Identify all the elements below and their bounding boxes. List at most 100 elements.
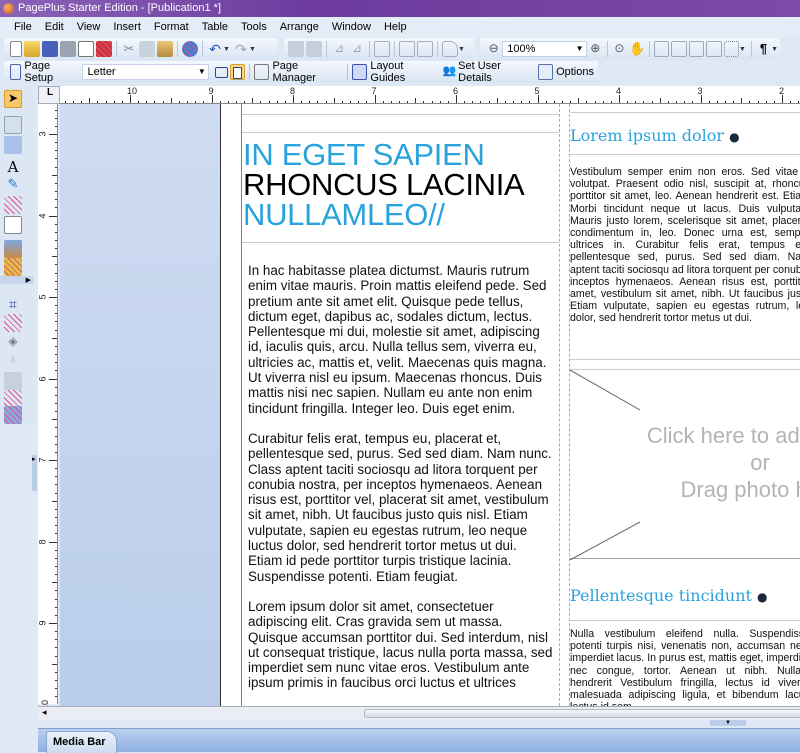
page-width-icon[interactable] (671, 41, 687, 57)
paragraph-marks-icon[interactable]: ¶ (756, 41, 771, 57)
fit-page-icon[interactable] (654, 41, 670, 57)
section-heading-1[interactable]: Lorem ipsum dolor ● (570, 126, 740, 145)
page-setup-button[interactable]: Page Setup (24, 60, 78, 84)
ruler-origin[interactable]: L (38, 86, 60, 104)
layout-guides-button[interactable]: Layout Guides (370, 60, 437, 84)
section-heading-2[interactable]: Pellentesque tincidunt ● (570, 586, 768, 605)
copy-icon[interactable] (139, 41, 155, 57)
envelope-tool-icon[interactable] (4, 406, 22, 424)
section-text-2[interactable]: Nulla vestibulum eleifend nulla. Suspend… (570, 628, 800, 706)
menu-file[interactable]: File (14, 21, 32, 33)
send-backward-icon[interactable] (306, 41, 322, 57)
connector-tool-icon[interactable] (4, 196, 22, 214)
redo-icon[interactable]: ↷ (233, 41, 249, 57)
crop-tool-icon[interactable]: ⌗ (4, 296, 22, 314)
undo-icon[interactable]: ↶ (207, 41, 223, 57)
guide-line (570, 620, 800, 621)
multipage-icon[interactable] (723, 41, 739, 57)
gallery-tool-icon[interactable] (4, 258, 22, 276)
print-preview-icon[interactable] (78, 41, 94, 57)
photo-placeholder[interactable]: Click here to add photo or Drag photo he… (570, 369, 800, 560)
new-icon[interactable] (10, 41, 22, 57)
group-icon[interactable] (399, 41, 415, 57)
set-user-details-button[interactable]: Set User Details (458, 60, 533, 84)
cut-icon[interactable]: ✂ (121, 41, 137, 57)
page-manager-button[interactable]: Page Manager (272, 60, 340, 84)
picture-tool-icon[interactable] (4, 240, 22, 258)
publish-pdf-icon[interactable] (96, 41, 112, 57)
zoom-combo[interactable]: 100% ▼ (502, 41, 587, 57)
zoom-out-icon[interactable]: ⊖ (486, 41, 501, 57)
collapse-panel-handle[interactable]: ▸ (32, 455, 37, 491)
pan-icon[interactable]: ✋ (629, 41, 645, 57)
scrollbar-thumb[interactable] (364, 709, 800, 718)
fill-tool-icon[interactable]: ◈ (4, 334, 22, 352)
ruler-tick (154, 101, 156, 103)
paragraph-dropdown[interactable]: ▼ (771, 46, 778, 53)
text-tool-icon[interactable]: A (4, 158, 22, 176)
bring-forward-icon[interactable] (288, 41, 304, 57)
effects-tool-icon[interactable]: ♁ (4, 352, 22, 370)
flip-vertical-icon[interactable]: ⊿ (349, 41, 365, 57)
menu-table[interactable]: Table (202, 21, 228, 33)
paste-icon[interactable] (157, 41, 173, 57)
landscape-icon[interactable] (214, 66, 229, 78)
page-canvas[interactable]: IN EGET SAPIEN RHONCUS LACINIA NULLAMLEO… (60, 104, 800, 706)
ruler-tick (55, 427, 57, 429)
save-icon[interactable] (42, 41, 58, 57)
ruler-tick (81, 101, 83, 103)
publish-web-icon[interactable] (182, 41, 198, 57)
section-text-1[interactable]: Vestibulum semper enim non eros. Sed vit… (570, 166, 800, 325)
ruler-tick (55, 639, 57, 641)
shape-dropdown[interactable]: ▼ (458, 46, 465, 53)
vertical-ruler[interactable]: 3 4 5 6 7 8 9 10 (38, 104, 58, 710)
shape-tool-icon[interactable] (4, 216, 22, 234)
headline[interactable]: IN EGET SAPIEN RHONCUS LACINIA NULLAMLEO… (243, 139, 563, 230)
open-icon[interactable] (24, 41, 40, 57)
transparency-tool-icon[interactable] (4, 314, 22, 332)
zoom-tool-icon[interactable]: ⊙ (612, 41, 627, 57)
chevron-down-icon[interactable]: ▼ (576, 42, 584, 56)
shadow-tool-icon[interactable] (4, 372, 22, 390)
actual-size-icon[interactable] (688, 41, 705, 57)
menu-help[interactable]: Help (384, 21, 407, 33)
portrait-icon[interactable] (230, 64, 246, 80)
scroll-left-icon[interactable]: ◂ (42, 707, 47, 718)
pencil-tool-icon[interactable]: ✎ (4, 176, 22, 194)
chevron-down-icon[interactable]: ▼ (198, 65, 206, 79)
menu-format[interactable]: Format (154, 21, 189, 33)
align-icon[interactable] (374, 41, 390, 57)
horizontal-ruler[interactable]: 10 9 8 7 6 5 4 3 2 (60, 86, 800, 104)
shape-icon[interactable] (442, 41, 458, 57)
undo-dropdown[interactable]: ▼ (223, 46, 230, 53)
pointer-tool-icon[interactable]: ➤ (4, 90, 22, 108)
ruler-tick (676, 101, 678, 103)
ungroup-icon[interactable] (417, 41, 433, 57)
ruler-tick (472, 101, 474, 103)
options-button[interactable]: Options (556, 66, 594, 78)
artistic-text-tool-icon[interactable] (4, 116, 22, 134)
menu-window[interactable]: Window (332, 21, 371, 33)
table-tool-icon[interactable] (4, 136, 22, 154)
ruler-tick (659, 98, 661, 103)
menu-view[interactable]: View (77, 21, 101, 33)
multipage-dropdown[interactable]: ▼ (739, 46, 746, 53)
expand-toolbar-icon[interactable]: ▶ (0, 276, 34, 284)
menu-edit[interactable]: Edit (45, 21, 64, 33)
menu-insert[interactable]: Insert (113, 21, 141, 33)
zoom-in-icon[interactable]: ⊕ (588, 41, 603, 57)
menu-tools[interactable]: Tools (241, 21, 267, 33)
menu-arrange[interactable]: Arrange (280, 21, 319, 33)
body-text-frame[interactable]: In hac habitasse platea dictumst. Mauris… (248, 263, 554, 691)
print-icon[interactable] (60, 41, 76, 57)
horizontal-scrollbar[interactable]: ◂ (38, 706, 800, 720)
flip-horizontal-icon[interactable]: ⊿ (331, 41, 347, 57)
redo-dropdown[interactable]: ▼ (249, 46, 256, 53)
media-bar-tab[interactable]: Media Bar (46, 731, 117, 753)
full-page-icon[interactable] (706, 41, 722, 57)
ruler-tick (52, 337, 57, 339)
ruler-tick (537, 95, 539, 103)
ruler-tick (55, 231, 57, 233)
collapse-media-bar-handle[interactable]: ▼ (710, 720, 746, 726)
page-size-combo[interactable]: Letter ▼ (82, 64, 209, 80)
